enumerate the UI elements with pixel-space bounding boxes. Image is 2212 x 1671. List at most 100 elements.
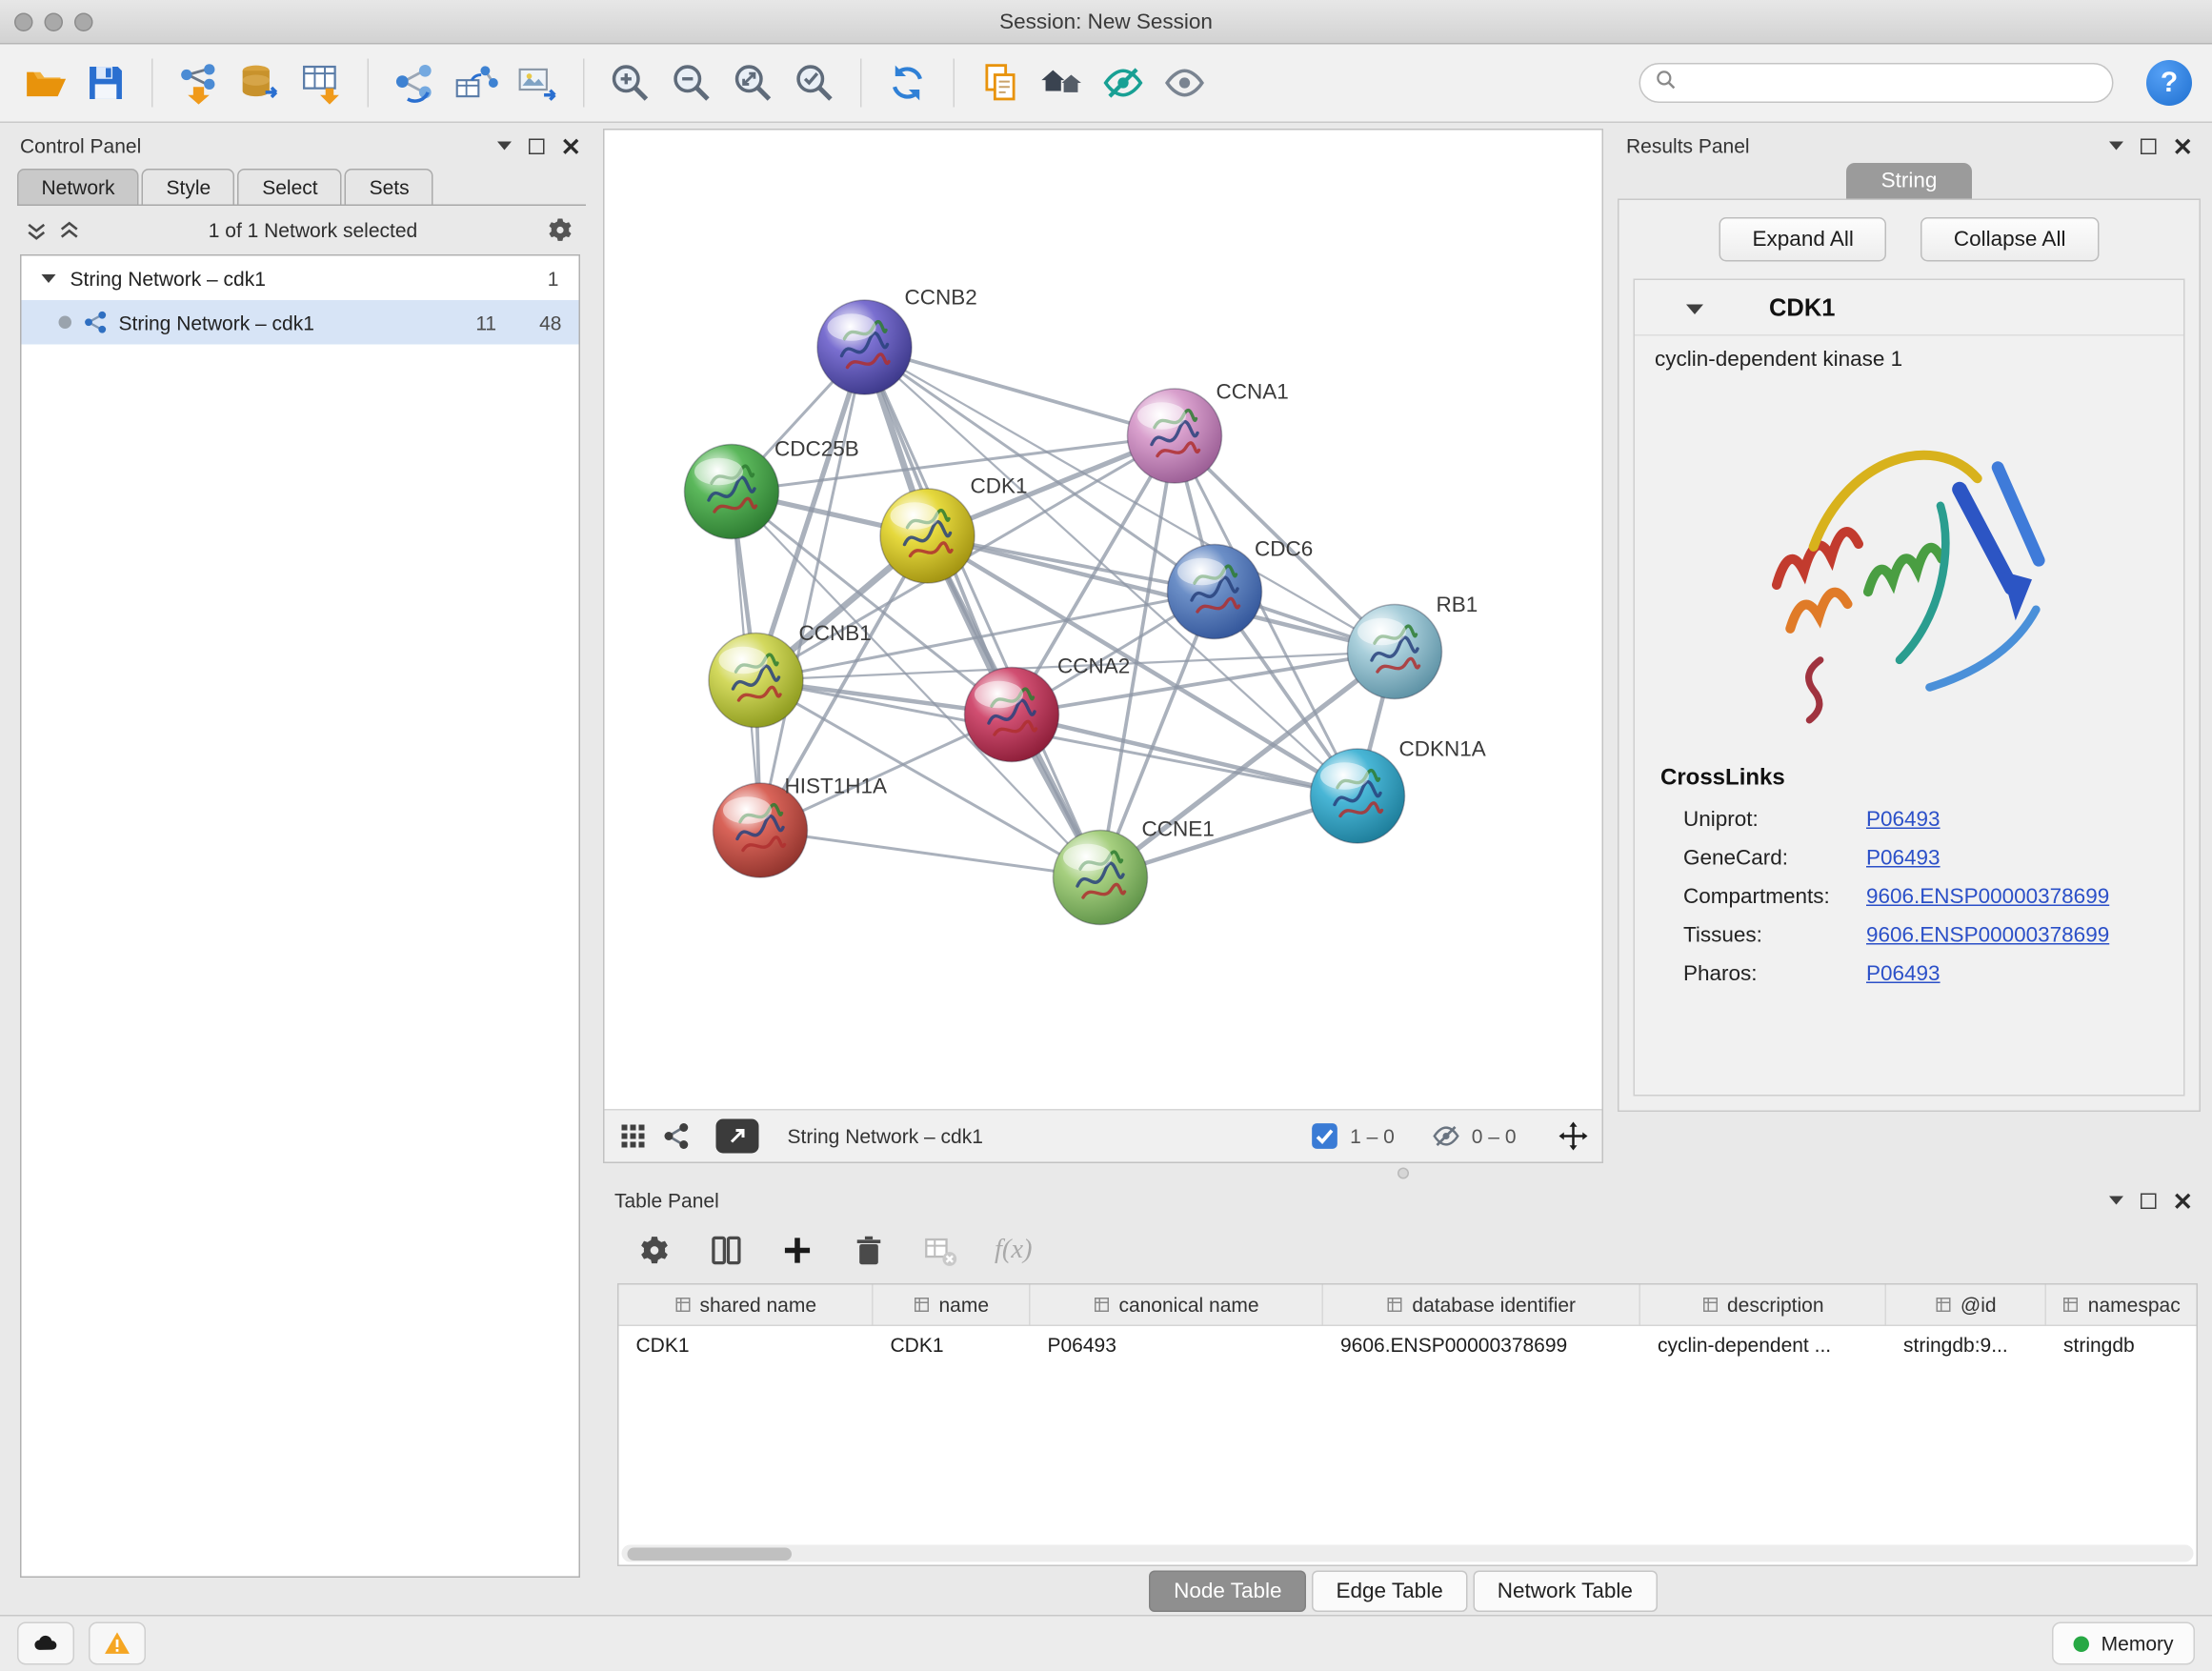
network-from-table-icon[interactable]	[452, 59, 500, 108]
network-canvas[interactable]: CCNB2CCNA1CDC25BCDK1CDC6RB1CCNB1CCNA2CDK…	[605, 131, 1602, 1110]
crosslink-label: Compartments:	[1683, 885, 1866, 910]
crosslink-link-compartments[interactable]: 9606.ENSP00000378699	[1866, 885, 2109, 910]
column-header[interactable]: shared name	[619, 1285, 874, 1325]
show-all-icon[interactable]	[1160, 59, 1209, 108]
column-header[interactable]: namespac	[2046, 1285, 2197, 1325]
selected-checkbox-icon[interactable]	[1310, 1122, 1338, 1151]
crosslink-link-tissues[interactable]: 9606.ENSP00000378699	[1866, 923, 2109, 948]
horizontal-splitter[interactable]	[603, 1163, 2203, 1183]
zoom-out-icon[interactable]	[668, 59, 716, 108]
collapse-all-icon[interactable]	[26, 219, 48, 241]
cell-namespace[interactable]: stringdb	[2046, 1326, 2197, 1363]
expand-all-icon[interactable]	[59, 219, 81, 241]
scrollbar-thumb[interactable]	[628, 1547, 793, 1560]
crosslink-link-pharos[interactable]: P06493	[1866, 962, 1941, 987]
panel-collapse-icon[interactable]	[2109, 1197, 2123, 1205]
gene-name: CDK1	[1769, 294, 1835, 323]
tab-sets[interactable]: Sets	[345, 169, 433, 205]
home-networks-icon[interactable]	[1037, 59, 1086, 108]
table-tabs: Node Table Edge Table Network Table	[603, 1566, 2203, 1615]
node-label: CCNA2	[1057, 654, 1130, 678]
zoom-fit-icon[interactable]	[729, 59, 777, 108]
import-table-icon[interactable]	[297, 59, 346, 108]
function-builder-icon[interactable]: f(x)	[995, 1235, 1033, 1266]
tab-node-table[interactable]: Node Table	[1150, 1570, 1306, 1612]
table-row[interactable]: CDK1 CDK1 P06493 9606.ENSP00000378699 cy…	[619, 1326, 2197, 1363]
save-session-icon[interactable]	[82, 59, 131, 108]
status-bar: Memory	[0, 1615, 2212, 1671]
import-network-database-icon[interactable]	[236, 59, 285, 108]
column-header[interactable]: canonical name	[1031, 1285, 1324, 1325]
delete-column-trash-icon[interactable]	[852, 1234, 886, 1268]
results-panel-title: Results Panel	[1626, 134, 1750, 157]
refresh-icon[interactable]	[883, 59, 932, 108]
import-network-file-icon[interactable]	[174, 59, 223, 108]
gene-disclosure-icon[interactable]	[1686, 304, 1703, 314]
search-box[interactable]	[1639, 63, 2114, 103]
add-column-icon[interactable]	[780, 1234, 814, 1268]
collapse-all-button[interactable]: Collapse All	[1920, 217, 2099, 262]
panel-close-icon[interactable]	[2174, 136, 2193, 155]
column-header[interactable]: database identifier	[1323, 1285, 1640, 1325]
cell-canonical-name[interactable]: P06493	[1031, 1326, 1324, 1363]
cell-id[interactable]: stringdb:9...	[1886, 1326, 2046, 1363]
column-header[interactable]: @id	[1886, 1285, 2046, 1325]
column-header[interactable]: description	[1640, 1285, 1886, 1325]
cell-name[interactable]: CDK1	[874, 1326, 1031, 1363]
tab-select[interactable]: Select	[238, 169, 342, 205]
crosslink-link-genecard[interactable]: P06493	[1866, 846, 1941, 871]
tab-network[interactable]: Network	[17, 169, 139, 205]
cell-description[interactable]: cyclin-dependent ...	[1640, 1326, 1886, 1363]
network-collection-row[interactable]: String Network – cdk1 1	[22, 256, 579, 301]
panel-float-icon[interactable]	[2141, 1193, 2157, 1209]
cell-database-identifier[interactable]: 9606.ENSP00000378699	[1323, 1326, 1640, 1363]
panel-collapse-icon[interactable]	[497, 142, 512, 151]
cytoscape-window: Session: New Session ?	[0, 0, 2212, 1671]
tab-edge-table[interactable]: Edge Table	[1312, 1570, 1467, 1612]
current-network-bullet	[59, 316, 72, 330]
network-list: String Network – cdk1 1 String Network –…	[20, 254, 580, 1578]
network-row-selected[interactable]: String Network – cdk1 11 48	[22, 300, 579, 345]
birds-eye-grid-icon[interactable]	[619, 1122, 648, 1151]
panel-float-icon[interactable]	[2141, 138, 2157, 154]
open-session-icon[interactable]	[20, 59, 69, 108]
panel-close-icon[interactable]	[2174, 1191, 2193, 1210]
help-button[interactable]: ?	[2146, 60, 2192, 106]
network-share-icon[interactable]	[662, 1122, 691, 1151]
panel-collapse-icon[interactable]	[2109, 142, 2123, 151]
expand-all-button[interactable]: Expand All	[1719, 217, 1886, 262]
hidden-eye-slash-icon[interactable]	[1432, 1122, 1460, 1151]
pan-crosshair-icon[interactable]	[1559, 1122, 1588, 1151]
cell-shared-name[interactable]: CDK1	[619, 1326, 874, 1363]
show-columns-icon[interactable]	[709, 1234, 743, 1268]
column-header[interactable]: name	[874, 1285, 1031, 1325]
horizontal-scrollbar[interactable]	[622, 1545, 2194, 1562]
warnings-button[interactable]	[89, 1622, 146, 1665]
toolbar-separator	[954, 59, 955, 108]
memory-button[interactable]: Memory	[2053, 1622, 2195, 1665]
cloud-status-button[interactable]	[17, 1622, 74, 1665]
panel-close-icon[interactable]	[562, 136, 581, 155]
titlebar: Session: New Session	[0, 0, 2212, 45]
export-image-icon[interactable]	[513, 59, 562, 108]
tree-disclosure-icon[interactable]	[42, 273, 56, 282]
zoom-selected-icon[interactable]	[791, 59, 839, 108]
clone-network-icon[interactable]	[391, 59, 439, 108]
node-label: HIST1H1A	[785, 775, 888, 798]
tab-network-table[interactable]: Network Table	[1473, 1570, 1657, 1612]
zoom-in-icon[interactable]	[606, 59, 654, 108]
main-toolbar: ?	[0, 45, 2212, 124]
network-options-gear-icon[interactable]	[546, 216, 574, 245]
tab-style[interactable]: Style	[142, 169, 235, 205]
export-view-button[interactable]	[716, 1119, 759, 1154]
crosslink-link-uniprot[interactable]: P06493	[1866, 808, 1941, 833]
results-tab-string[interactable]: String	[1847, 163, 1972, 199]
copy-document-icon[interactable]	[976, 59, 1025, 108]
table-settings-gear-icon[interactable]	[637, 1234, 672, 1268]
delete-table-icon[interactable]	[923, 1234, 957, 1268]
panel-float-icon[interactable]	[529, 138, 545, 154]
network-view-toolbar: String Network – cdk1 1 – 0 0 – 0	[605, 1109, 1602, 1162]
search-input[interactable]	[1685, 70, 2099, 96]
hide-selected-icon[interactable]	[1099, 59, 1148, 108]
collection-label: String Network – cdk1	[70, 267, 533, 290]
